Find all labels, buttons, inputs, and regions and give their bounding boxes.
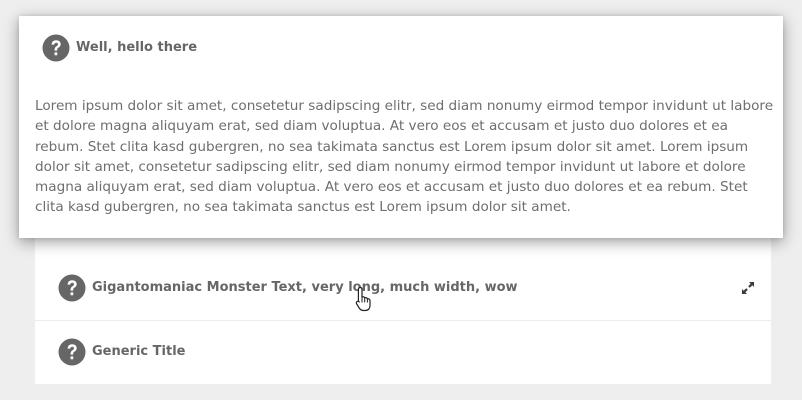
- question-circle-icon: [58, 338, 86, 366]
- accordion-header-gigantomaniac[interactable]: Gigantomaniac Monster Text, very long, m…: [35, 256, 771, 321]
- item-title: Gigantomaniac Monster Text, very long, m…: [92, 280, 518, 295]
- panel-title: Well, hello there: [76, 40, 198, 55]
- item-title: Generic Title: [92, 344, 186, 359]
- accordion-header-well-hello-there[interactable]: Well, hello there: [19, 16, 783, 80]
- expand-arrows-icon[interactable]: [740, 280, 756, 296]
- question-circle-icon: [42, 34, 70, 62]
- accordion-panel-open: Well, hello there Lorem ipsum dolor sit …: [19, 16, 783, 238]
- accordion: Well, hello there Lorem ipsum dolor sit …: [0, 0, 802, 400]
- hand-pointer-cursor-icon: [355, 286, 371, 312]
- accordion-header-generic-title[interactable]: Generic Title: [35, 320, 771, 384]
- panel-body-text: Lorem ipsum dolor sit amet, consetetur s…: [35, 98, 774, 216]
- question-circle-icon: [58, 274, 86, 302]
